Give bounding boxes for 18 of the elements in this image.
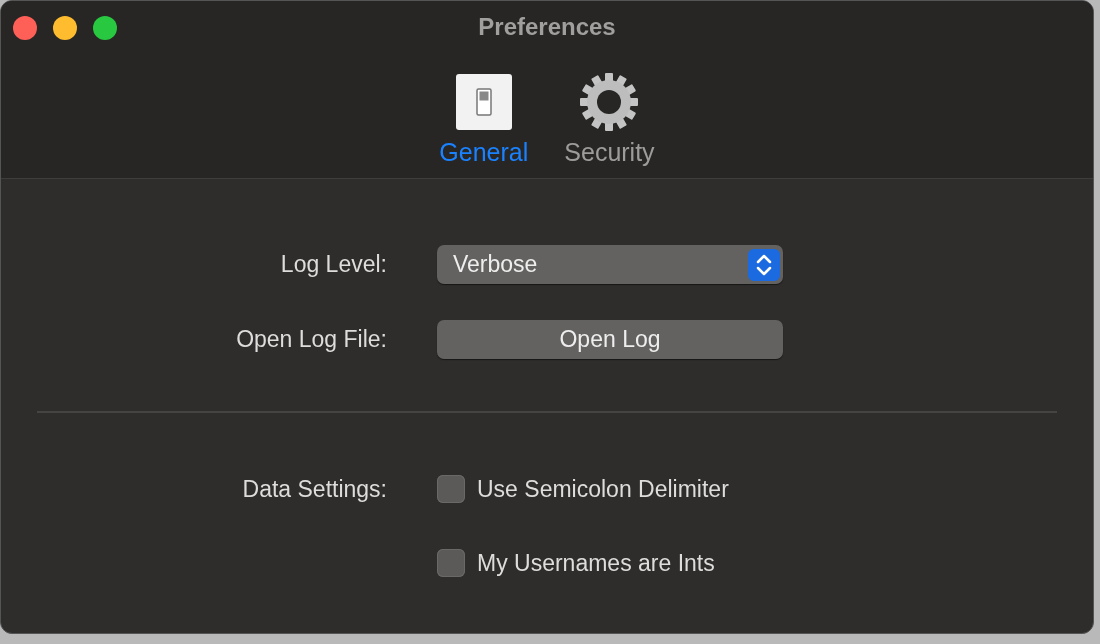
close-button[interactable]: [13, 16, 37, 40]
open-log-button[interactable]: Open Log: [437, 320, 783, 359]
switch-icon: [453, 72, 514, 132]
setting-label: Open Log File:: [235, 326, 387, 353]
zoom-button[interactable]: [93, 16, 117, 40]
window-title: Preferences: [478, 12, 616, 42]
gear-icon: [579, 72, 640, 132]
log-level-dropdown[interactable]: Verbose: [437, 245, 783, 284]
checkbox[interactable]: [437, 549, 465, 577]
toolbar-tab[interactable]: General: [433, 72, 535, 167]
checkbox[interactable]: [437, 475, 465, 503]
checkbox-option[interactable]: My Usernames are Ints: [437, 549, 1093, 577]
minimize-button[interactable]: [53, 16, 77, 40]
checkbox-option[interactable]: Use Semicolon Delimiter: [437, 475, 1093, 503]
setting-label: Log Level:: [279, 251, 387, 278]
setting-label: Data Settings:: [241, 475, 387, 503]
stepper-icon: [748, 248, 780, 281]
toolbar-tab[interactable]: Security: [558, 72, 661, 167]
